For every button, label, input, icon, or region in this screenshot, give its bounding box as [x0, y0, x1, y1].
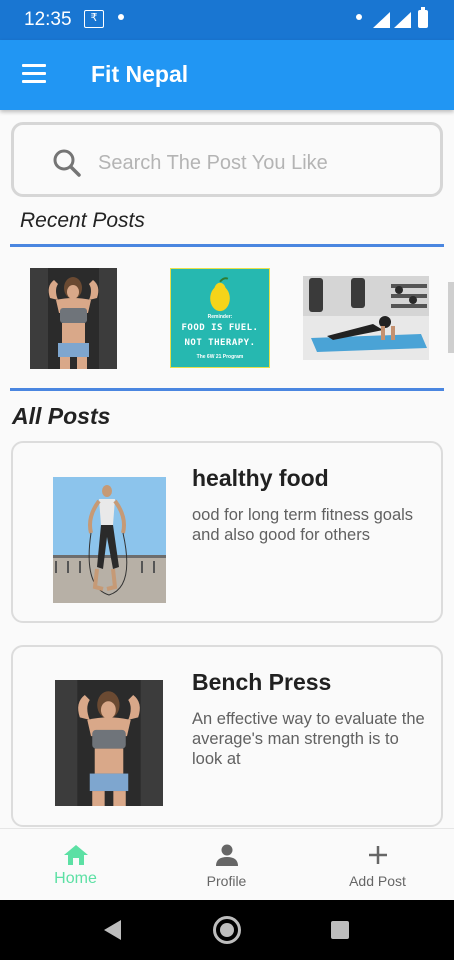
plus-icon — [368, 846, 387, 864]
app-bar: Fit Nepal — [0, 40, 454, 110]
recent-post-thumb-1[interactable] — [30, 268, 117, 369]
recent-divider — [10, 244, 444, 247]
recent-post-thumb-2[interactable]: Reminder: FOOD IS FUEL. NOT THERAPY. The… — [170, 268, 270, 368]
post-image — [55, 680, 163, 806]
recent-post-thumb-4[interactable] — [448, 282, 454, 353]
quote-line-2: NOT THERAPY. — [184, 338, 256, 348]
post-title: healthy food — [192, 465, 329, 491]
nav-add-post-label: Add Post — [349, 873, 406, 889]
nav-profile-label: Profile — [206, 873, 247, 889]
quote-footer: The 6W 21 Program — [196, 354, 244, 360]
search-icon[interactable] — [52, 148, 82, 178]
status-time: 12:35 — [24, 9, 72, 30]
bottom-navigation: Home Profile Add Post — [0, 828, 454, 900]
nav-profile[interactable]: Profile — [151, 829, 302, 901]
post-image — [53, 477, 166, 603]
all-posts-heading: All Posts — [12, 403, 111, 429]
nav-home[interactable]: Home — [0, 829, 151, 901]
nav-add-post[interactable]: Add Post — [302, 829, 453, 901]
nav-home-label: Home — [54, 870, 97, 887]
search-box — [11, 122, 443, 197]
back-icon[interactable] — [104, 920, 121, 940]
quote-reminder: Reminder: — [207, 314, 233, 320]
hamburger-menu-icon[interactable] — [22, 64, 48, 84]
post-title: Bench Press — [192, 669, 332, 695]
recent-posts-heading: Recent Posts — [20, 209, 145, 232]
signal-icon — [373, 12, 390, 28]
notification-dot-icon — [118, 14, 124, 20]
system-navigation-bar — [0, 900, 454, 960]
home-icon — [63, 845, 88, 865]
app-title: Fit Nepal — [91, 61, 189, 87]
recents-square-icon[interactable] — [331, 921, 349, 939]
quote-line-1: FOOD IS FUEL. — [181, 323, 259, 333]
post-card[interactable]: Bench Press An effective way to evaluate… — [11, 645, 443, 827]
status-bar: 12:35 ₹ — [0, 0, 454, 40]
battery-icon — [418, 7, 428, 28]
post-description: ood for long term fitness goals and also… — [192, 506, 414, 544]
rupee-badge-icon: ₹ — [84, 10, 104, 28]
all-posts-divider — [10, 388, 444, 391]
recent-post-thumb-3[interactable] — [303, 276, 429, 360]
status-dot-icon — [356, 14, 362, 20]
person-icon — [215, 844, 238, 866]
signal-icon — [394, 12, 411, 28]
post-description: An effective way to evaluate the average… — [192, 710, 425, 768]
post-card[interactable]: healthy food ood for long term fitness g… — [11, 441, 443, 623]
search-input[interactable] — [98, 145, 418, 181]
home-circle-icon[interactable] — [213, 916, 241, 944]
